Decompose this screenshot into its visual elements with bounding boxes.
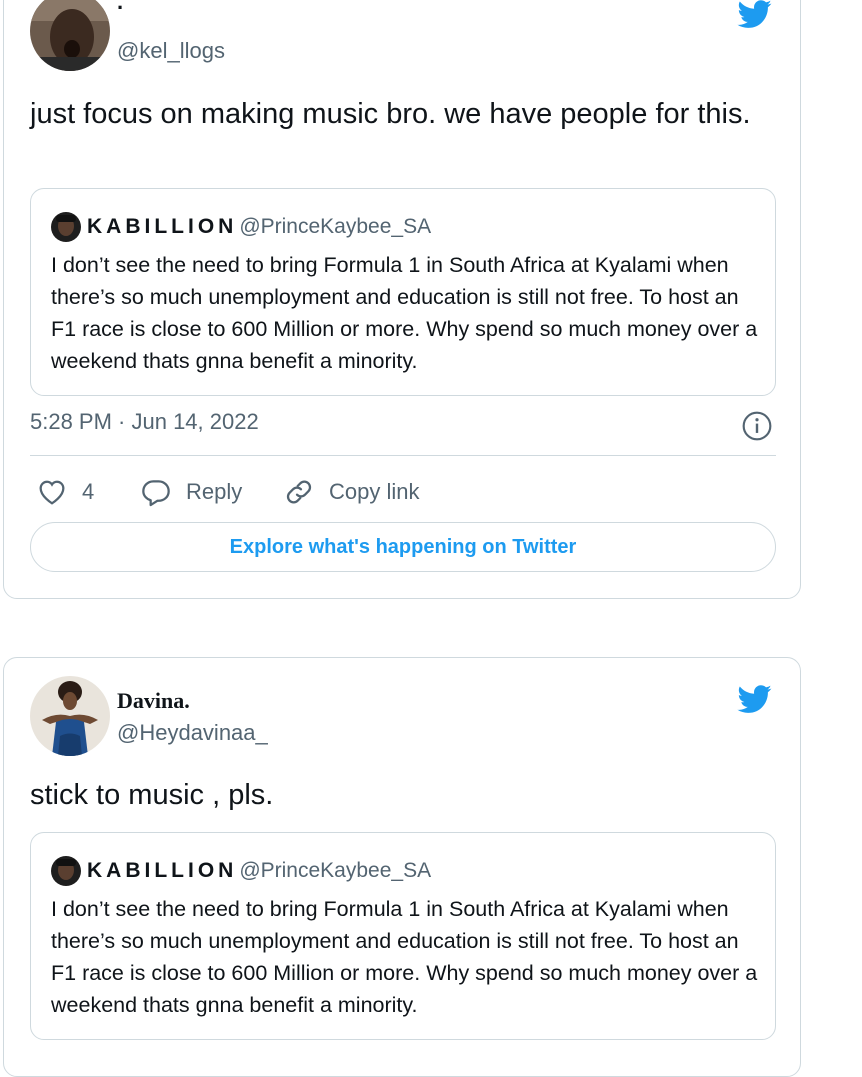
author-display-name[interactable]: . xyxy=(117,0,123,15)
quoted-author-handle[interactable]: @PrinceKaybee_SA xyxy=(239,859,431,883)
tweet-card[interactable]: . @kel_llogs just focus on making music … xyxy=(3,0,801,599)
quoted-author-display-name[interactable]: KABILLION xyxy=(87,215,237,239)
tweet-text: just focus on making music bro. we have … xyxy=(30,98,751,130)
quoted-author-avatar[interactable] xyxy=(51,856,81,886)
tweet-timestamp[interactable]: 5:28 PM · Jun 14, 2022 xyxy=(30,409,259,435)
reply-button[interactable]: Reply xyxy=(140,475,242,509)
quoted-tweet[interactable]: KABILLION @PrinceKaybee_SA I don’t see t… xyxy=(30,188,776,396)
like-count: 4 xyxy=(82,479,95,504)
author-display-name[interactable]: Davina. xyxy=(117,688,190,714)
reply-label: Reply xyxy=(186,479,243,504)
link-icon xyxy=(286,480,312,504)
divider xyxy=(30,455,776,456)
explore-twitter-button[interactable]: Explore what's happening on Twitter xyxy=(30,522,776,572)
quoted-tweet-text: I don’t see the need to bring Formula 1 … xyxy=(51,897,758,1017)
quoted-tweet-header: KABILLION @PrinceKaybee_SA xyxy=(51,211,431,243)
heart-icon xyxy=(39,480,65,505)
author-avatar[interactable] xyxy=(30,676,110,756)
quoted-tweet[interactable]: KABILLION @PrinceKaybee_SA I don’t see t… xyxy=(30,832,776,1040)
author-handle[interactable]: @kel_llogs xyxy=(117,38,225,64)
quoted-tweet-header: KABILLION @PrinceKaybee_SA xyxy=(51,855,431,887)
quoted-author-display-name[interactable]: KABILLION xyxy=(87,859,237,883)
copy-link-button[interactable]: Copy link xyxy=(283,475,419,509)
quoted-author-handle[interactable]: @PrinceKaybee_SA xyxy=(239,215,431,239)
copy-link-label: Copy link xyxy=(329,479,420,504)
twitter-bird-icon[interactable] xyxy=(735,0,775,31)
tweet-text: stick to music , pls. xyxy=(30,779,274,811)
like-button[interactable]: 4 xyxy=(36,475,94,509)
author-avatar[interactable] xyxy=(30,0,110,71)
twitter-bird-icon[interactable] xyxy=(735,682,775,716)
quoted-tweet-text: I don’t see the need to bring Formula 1 … xyxy=(51,253,758,373)
tweet-card[interactable]: Davina. @Heydavinaa_ stick to music , pl… xyxy=(3,657,801,1077)
info-icon[interactable] xyxy=(741,410,773,442)
reply-bubble-icon xyxy=(142,480,170,507)
author-handle[interactable]: @Heydavinaa_ xyxy=(117,720,268,746)
quoted-author-avatar[interactable] xyxy=(51,212,81,242)
